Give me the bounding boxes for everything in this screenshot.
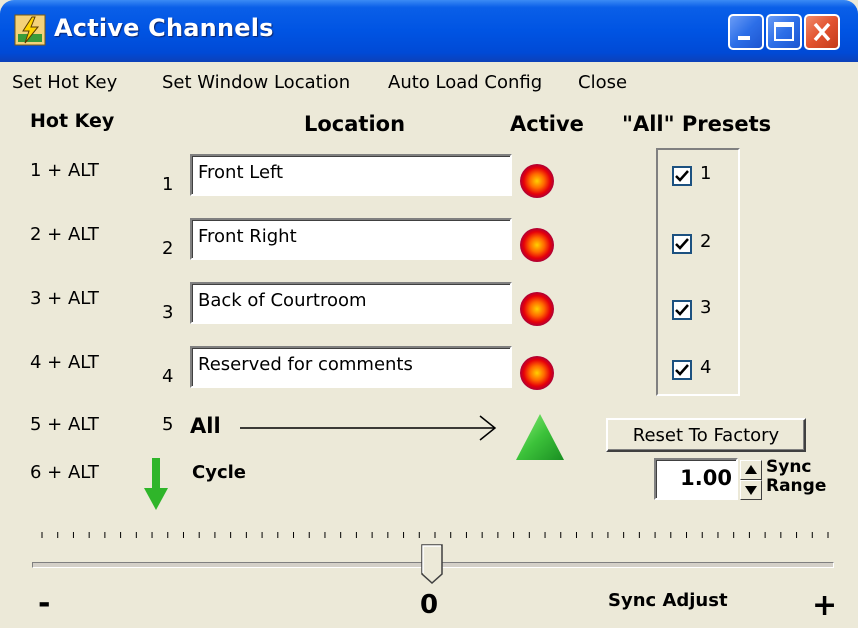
cycle-label: Cycle — [192, 462, 246, 483]
slider-min-label: - — [38, 586, 51, 621]
title-bar[interactable]: Active Channels — [0, 0, 858, 62]
spin-up-button[interactable] — [740, 460, 762, 480]
slider-max-label: + — [812, 588, 838, 623]
active-channels-window: Active Channels Set Hot Key Set Window L… — [0, 0, 858, 628]
menu-close[interactable]: Close — [578, 72, 627, 93]
preset-checkbox[interactable] — [672, 166, 692, 186]
lightning-app-icon — [14, 14, 46, 46]
preset-checkbox[interactable] — [672, 234, 692, 254]
menu-bar: Set Hot Key Set Window Location Auto Loa… — [0, 62, 858, 104]
location-field[interactable]: Reserved for comments — [190, 346, 512, 388]
checkmark-icon — [675, 304, 689, 316]
sync-range-label-line2: Range — [766, 476, 827, 496]
active-indicator-icon[interactable] — [520, 164, 554, 198]
slider-ticks — [41, 532, 829, 538]
active-indicator-icon[interactable] — [520, 228, 554, 262]
reset-button-label: Reset To Factory — [632, 425, 780, 446]
active-indicator-icon[interactable] — [520, 292, 554, 326]
location-field[interactable]: Front Left — [190, 154, 512, 196]
sync-range-label-line1: Sync — [766, 457, 812, 477]
location-value: Reserved for comments — [198, 354, 413, 375]
location-header: Location — [304, 112, 406, 136]
menu-set-hot-key[interactable]: Set Hot Key — [12, 72, 117, 93]
menu-auto-load-config[interactable]: Auto Load Config — [388, 72, 542, 93]
spin-down-button[interactable] — [740, 480, 762, 500]
hotkey-label: 6 + ALT — [30, 462, 99, 483]
close-icon — [813, 22, 831, 42]
checkmark-icon — [675, 364, 689, 376]
reset-to-factory-button[interactable]: Reset To Factory — [606, 418, 806, 452]
spin-down-icon — [745, 486, 757, 495]
presets-header: "All" Presets — [622, 112, 772, 136]
all-label: All — [190, 414, 221, 438]
location-value: Front Left — [198, 162, 284, 183]
right-arrow-icon — [240, 415, 497, 441]
preset-checkbox[interactable] — [672, 300, 692, 320]
preset-label: 3 — [700, 297, 712, 318]
checkmark-icon — [675, 170, 689, 182]
window-title: Active Channels — [54, 14, 274, 42]
spin-up-icon — [745, 465, 757, 474]
channel-number: 2 — [162, 238, 174, 259]
sync-range-input[interactable]: 1.00 — [654, 458, 738, 500]
sync-range-value: 1.00 — [680, 466, 732, 490]
sync-adjust-slider-thumb[interactable] — [421, 544, 443, 584]
channel-number: 4 — [162, 366, 174, 387]
minimize-icon — [738, 36, 750, 40]
location-field[interactable]: Back of Courtroom — [190, 282, 512, 324]
close-button[interactable] — [804, 14, 840, 50]
menu-set-window-location[interactable]: Set Window Location — [162, 72, 350, 93]
green-triangle-icon[interactable] — [514, 412, 566, 462]
preset-checkbox[interactable] — [672, 360, 692, 380]
channel-number: 3 — [162, 302, 174, 323]
active-indicator-icon[interactable] — [520, 356, 554, 390]
maximize-icon — [774, 22, 794, 41]
hotkey-label: 2 + ALT — [30, 224, 99, 245]
location-field[interactable]: Front Right — [190, 218, 512, 260]
preset-label: 4 — [700, 357, 712, 378]
maximize-button[interactable] — [766, 14, 802, 50]
checkmark-icon — [675, 238, 689, 250]
presets-group — [656, 148, 740, 396]
preset-label: 1 — [700, 163, 712, 184]
hotkey-header: Hot Key — [30, 110, 115, 132]
slider-center-label: 0 — [420, 590, 439, 620]
preset-label: 2 — [700, 231, 712, 252]
green-down-arrow-icon[interactable] — [142, 456, 170, 512]
active-header: Active — [510, 112, 584, 136]
hotkey-label: 5 + ALT — [30, 414, 99, 435]
sync-range-label: Sync Range — [766, 458, 826, 496]
location-value: Front Right — [198, 226, 297, 247]
hotkey-label: 1 + ALT — [30, 160, 99, 181]
minimize-button[interactable] — [728, 14, 764, 50]
channel-number: 1 — [162, 174, 174, 195]
sync-adjust-label: Sync Adjust — [608, 590, 728, 611]
channel-number: 5 — [162, 414, 174, 435]
hotkey-label: 3 + ALT — [30, 288, 99, 309]
location-value: Back of Courtroom — [198, 290, 367, 311]
hotkey-label: 4 + ALT — [30, 352, 99, 373]
